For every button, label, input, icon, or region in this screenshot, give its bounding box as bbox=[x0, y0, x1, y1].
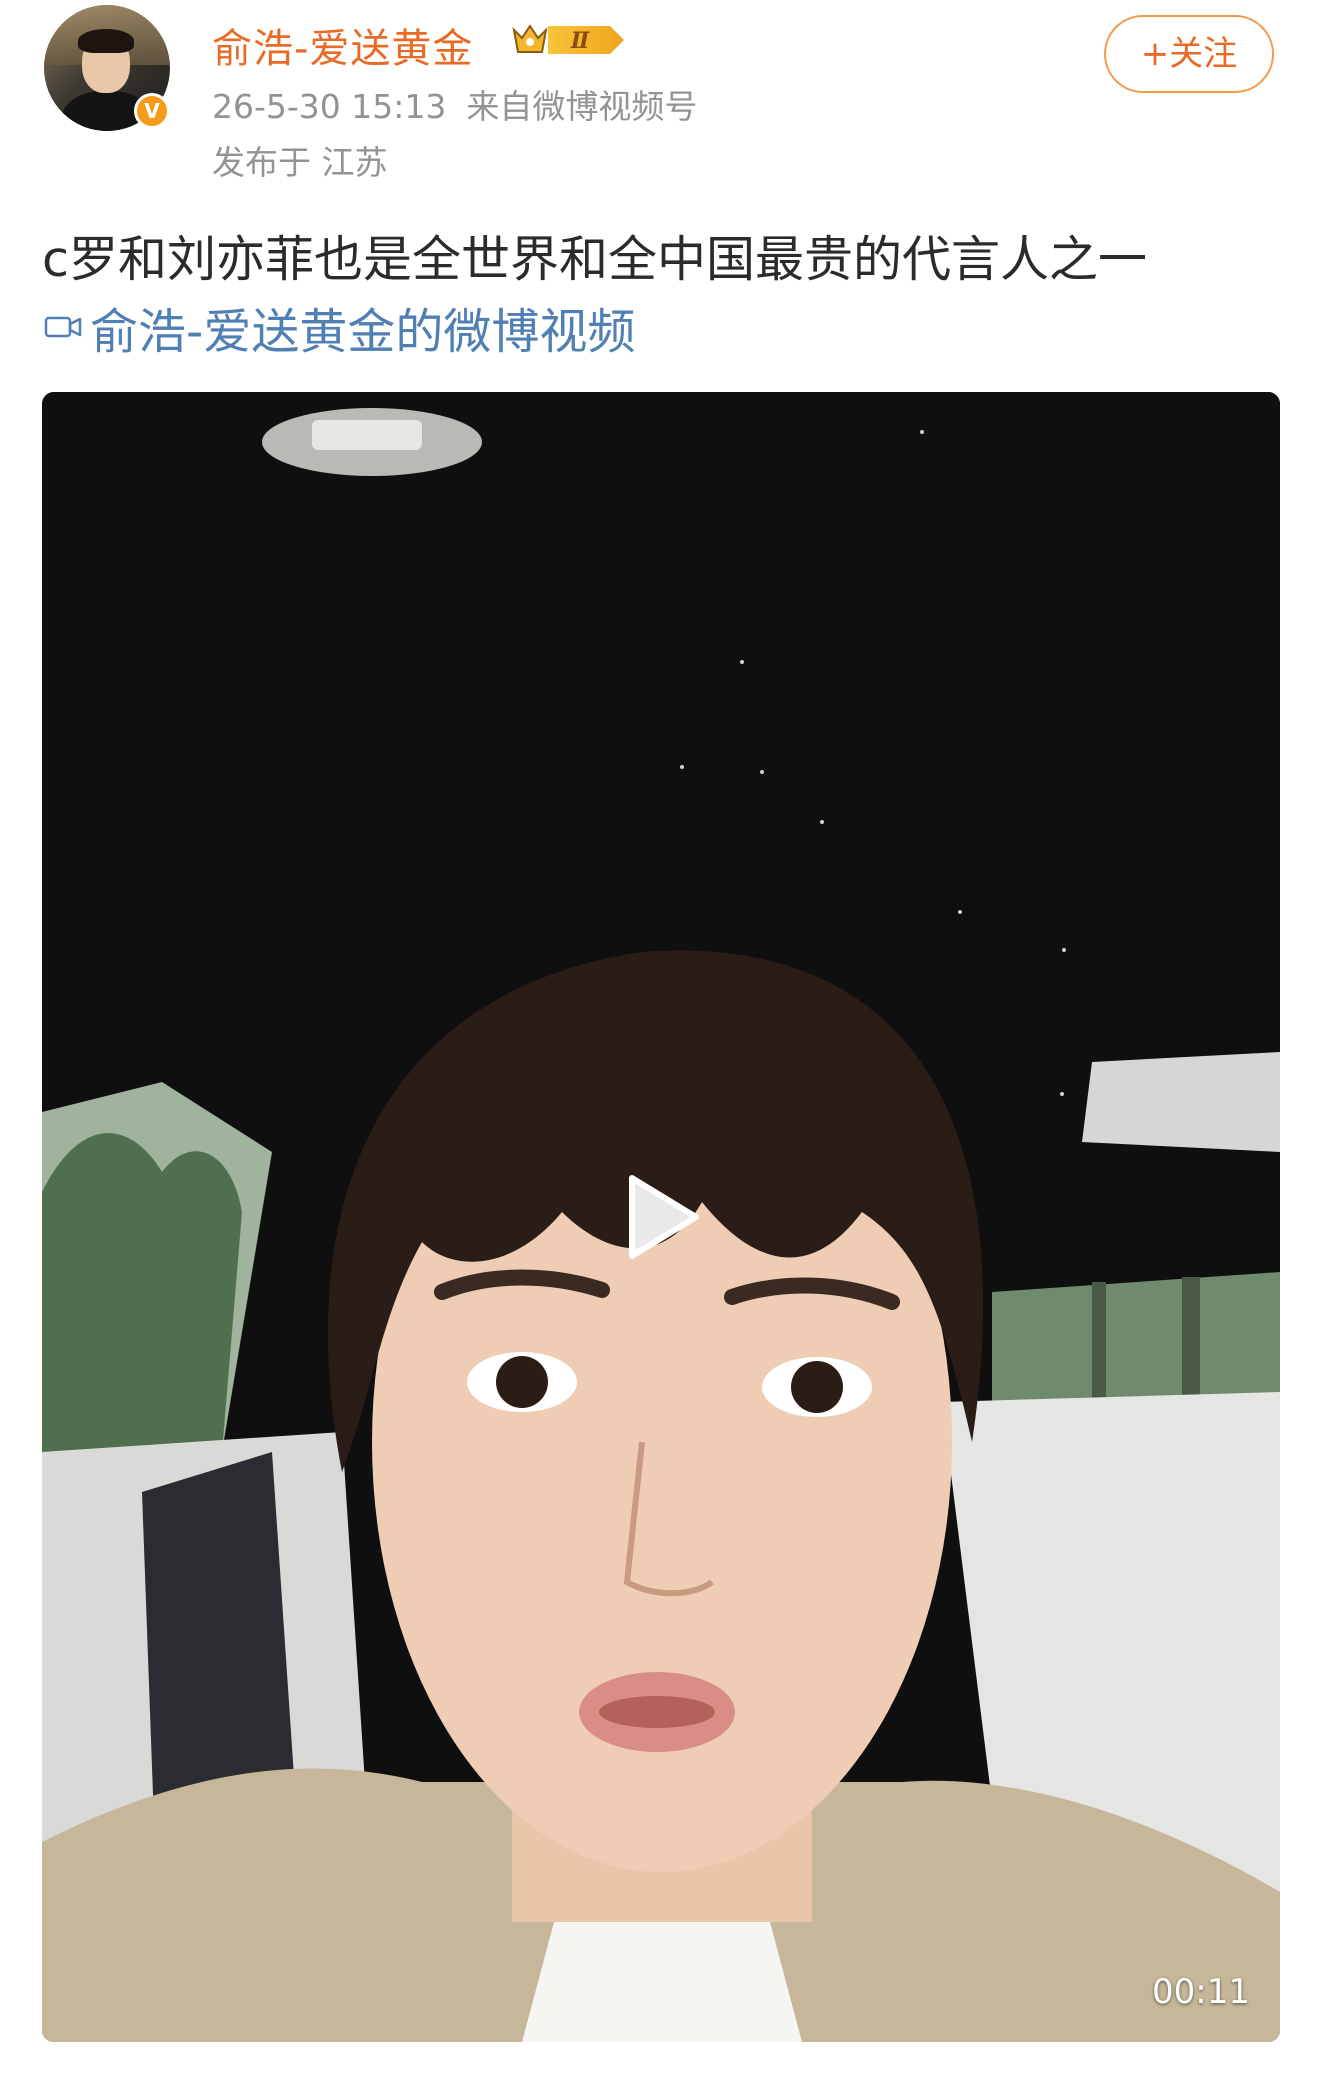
user-name[interactable]: 俞浩-爱送黄金 bbox=[212, 16, 473, 74]
verified-badge: V bbox=[134, 93, 170, 129]
video-link[interactable]: 俞浩-爱送黄金的微博视频 bbox=[44, 292, 635, 362]
video-camera-icon bbox=[44, 316, 82, 338]
vip-level: Ⅱ bbox=[570, 28, 591, 54]
video-duration: 00:11 bbox=[1152, 1972, 1250, 2012]
timestamp: 26-5-30 15:13 bbox=[212, 87, 447, 126]
video-link-label: 俞浩-爱送黄金的微博视频 bbox=[90, 304, 636, 360]
post-source: 来自微博视频号 bbox=[466, 87, 698, 126]
video-player[interactable]: 00:11 bbox=[42, 392, 1280, 2042]
follow-button[interactable]: +关注 bbox=[1104, 15, 1274, 93]
crown-icon[interactable]: Ⅱ bbox=[510, 20, 628, 60]
post-text: c罗和刘亦菲也是全世界和全中国最贵的代言人之一 bbox=[42, 231, 1147, 288]
post-meta: 26-5-30 15:13 来自微博视频号 bbox=[212, 80, 717, 128]
post-location: 发布于 江苏 bbox=[212, 143, 388, 182]
avatar[interactable]: V bbox=[44, 5, 170, 131]
play-icon[interactable] bbox=[622, 1172, 702, 1262]
